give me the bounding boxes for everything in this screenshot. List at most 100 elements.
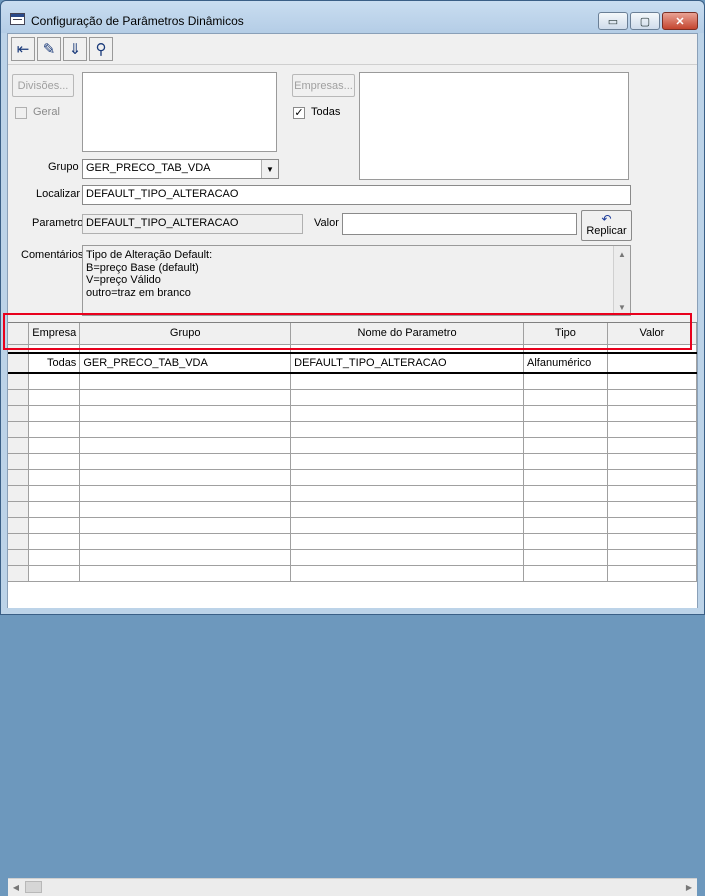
geral-checkbox[interactable] [15, 107, 27, 119]
scroll-thumb[interactable] [25, 881, 42, 893]
grid-cell[interactable] [290, 565, 525, 582]
grid-cell[interactable] [523, 421, 608, 438]
table-row[interactable] [8, 565, 698, 582]
grid-cell[interactable] [523, 565, 608, 582]
grid-cell[interactable] [607, 549, 698, 566]
grid-cell[interactable] [290, 485, 525, 502]
grid-cell[interactable] [523, 373, 608, 390]
grid-cell[interactable] [79, 453, 292, 470]
grid-cell[interactable] [290, 533, 525, 550]
scroll-up-icon[interactable]: ▲ [614, 246, 630, 262]
grid-cell[interactable] [79, 517, 292, 534]
table-row[interactable] [8, 549, 698, 566]
comentarios-memo[interactable]: Tipo de Alteração Default: B=preço Base … [82, 245, 631, 316]
grid-cell[interactable] [290, 549, 525, 566]
grid-cell[interactable] [28, 485, 81, 502]
grid-cell[interactable] [79, 421, 292, 438]
title-bar[interactable]: Configuração de Parâmetros Dinâmicos ▭ ▢… [1, 1, 704, 33]
grid-cell[interactable] [28, 421, 81, 438]
table-row[interactable] [8, 501, 698, 518]
table-row[interactable] [8, 373, 698, 390]
cell-grupo[interactable]: GER_PRECO_TAB_VDA [79, 352, 292, 374]
cell-nome[interactable]: DEFAULT_TIPO_ALTERACAO [290, 352, 525, 374]
grid-cell[interactable] [290, 501, 525, 518]
table-row[interactable] [8, 517, 698, 534]
cell-empresa[interactable]: Todas [28, 352, 81, 374]
chevron-down-icon[interactable]: ▼ [261, 160, 278, 178]
grid-cell[interactable] [607, 469, 698, 486]
grid-cell[interactable] [290, 469, 525, 486]
grid-cell[interactable] [28, 533, 81, 550]
grid-cell[interactable] [607, 405, 698, 422]
grid-cell[interactable] [79, 485, 292, 502]
grid-cell[interactable] [607, 437, 698, 454]
table-row[interactable] [8, 405, 698, 422]
close-button[interactable]: ✕ [662, 12, 698, 30]
grid-cell[interactable] [523, 469, 608, 486]
grid-cell[interactable] [607, 453, 698, 470]
grid-cell[interactable] [523, 501, 608, 518]
grid-cell[interactable] [523, 389, 608, 406]
grid-cell[interactable] [607, 501, 698, 518]
grupo-combo[interactable]: GER_PRECO_TAB_VDA ▼ [82, 159, 279, 179]
grid-cell[interactable] [28, 453, 81, 470]
minimize-button[interactable]: ▭ [598, 12, 628, 30]
save-button[interactable]: ⇓ [63, 37, 87, 61]
grid-cell[interactable] [290, 421, 525, 438]
table-row[interactable] [8, 389, 698, 406]
find-button[interactable]: ⚲ [89, 37, 113, 61]
grid-cell[interactable] [79, 533, 292, 550]
table-row[interactable] [8, 453, 698, 470]
todas-checkbox[interactable]: ✓ [293, 107, 305, 119]
grid-cell[interactable] [523, 517, 608, 534]
localizar-input[interactable]: DEFAULT_TIPO_ALTERACAO [82, 185, 631, 205]
valor-input[interactable] [342, 213, 577, 235]
scroll-left-icon[interactable]: ◀ [8, 879, 24, 895]
table-row[interactable] [8, 485, 698, 502]
grid-cell[interactable] [607, 565, 698, 582]
grid-cell[interactable] [28, 501, 81, 518]
grid-cell[interactable] [290, 453, 525, 470]
grid-cell[interactable] [607, 485, 698, 502]
grid-cell[interactable] [28, 437, 81, 454]
grid-cell[interactable] [607, 389, 698, 406]
table-row[interactable] [8, 469, 698, 486]
table-row[interactable]: Todas GER_PRECO_TAB_VDA DEFAULT_TIPO_ALT… [8, 352, 698, 374]
divisoes-list[interactable] [82, 72, 277, 152]
grid-cell[interactable] [607, 533, 698, 550]
grid-cell[interactable] [290, 437, 525, 454]
grid-cell[interactable] [79, 373, 292, 390]
table-row[interactable] [8, 437, 698, 454]
edit-button[interactable]: ✎ [37, 37, 61, 61]
grid-cell[interactable] [523, 453, 608, 470]
grid-cell[interactable] [79, 389, 292, 406]
table-row[interactable] [8, 533, 698, 550]
grid-cell[interactable] [290, 517, 525, 534]
empresas-list[interactable] [359, 72, 629, 180]
grid-cell[interactable] [79, 565, 292, 582]
column-header-tipo[interactable]: Tipo [523, 323, 608, 345]
grid-cell[interactable] [79, 437, 292, 454]
cell-tipo[interactable]: Alfanumérico [523, 352, 608, 374]
grid-horizontal-scrollbar[interactable]: ◀ ▶ [8, 878, 697, 896]
grid-cell[interactable] [28, 517, 81, 534]
column-header-empresa[interactable]: Empresa [28, 323, 81, 345]
grid-cell[interactable] [607, 421, 698, 438]
divisoes-button[interactable]: Divisões... [12, 74, 74, 97]
grid-cell[interactable] [79, 549, 292, 566]
scroll-right-icon[interactable]: ▶ [681, 879, 697, 895]
grid-cell[interactable] [28, 549, 81, 566]
grid-cell[interactable] [523, 405, 608, 422]
replicar-button[interactable]: ↶ Replicar [581, 210, 632, 241]
exit-button[interactable]: ⇤ [11, 37, 35, 61]
grid-cell[interactable] [523, 437, 608, 454]
column-header-grupo[interactable]: Grupo [79, 323, 292, 345]
column-header-valor[interactable]: Valor [607, 323, 698, 345]
grid-cell[interactable] [28, 565, 81, 582]
grid-cell[interactable] [523, 485, 608, 502]
scroll-down-icon[interactable]: ▼ [614, 299, 630, 315]
grid-cell[interactable] [28, 389, 81, 406]
grid-cell[interactable] [290, 405, 525, 422]
column-header-nome[interactable]: Nome do Parametro [290, 323, 525, 345]
grid-cell[interactable] [79, 469, 292, 486]
